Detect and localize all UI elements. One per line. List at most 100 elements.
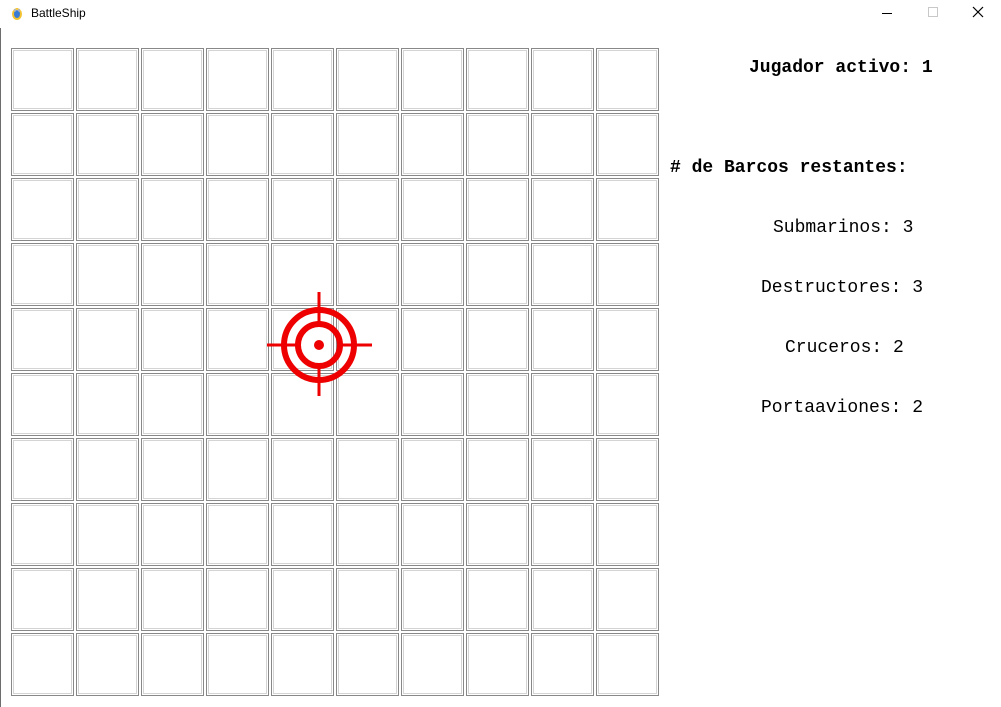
board-cell[interactable]: [11, 308, 74, 371]
board-cell[interactable]: [141, 48, 204, 111]
board-cell[interactable]: [466, 178, 529, 241]
board-cell[interactable]: [76, 503, 139, 566]
board-cell[interactable]: [336, 633, 399, 696]
board-cell[interactable]: [76, 438, 139, 501]
board-cell[interactable]: [336, 438, 399, 501]
maximize-button[interactable]: [910, 0, 956, 28]
board-cell[interactable]: [11, 633, 74, 696]
board-cell[interactable]: [466, 503, 529, 566]
board-cell[interactable]: [401, 243, 464, 306]
board-cell[interactable]: [76, 113, 139, 176]
board-cell[interactable]: [466, 243, 529, 306]
board-cell[interactable]: [596, 243, 659, 306]
board-cell[interactable]: [401, 373, 464, 436]
board-cell[interactable]: [141, 633, 204, 696]
board-cell[interactable]: [336, 373, 399, 436]
board-cell[interactable]: [206, 373, 269, 436]
board-cell[interactable]: [531, 243, 594, 306]
board-cell[interactable]: [401, 178, 464, 241]
board-cell[interactable]: [76, 633, 139, 696]
board-cell[interactable]: [466, 438, 529, 501]
board-cell[interactable]: [401, 113, 464, 176]
board-cell[interactable]: [596, 373, 659, 436]
board-cell[interactable]: [531, 48, 594, 111]
board-cell[interactable]: [206, 113, 269, 176]
board-cell[interactable]: [466, 308, 529, 371]
board-cell[interactable]: [401, 438, 464, 501]
board-cell[interactable]: [466, 48, 529, 111]
board-cell[interactable]: [336, 308, 399, 371]
board-cell[interactable]: [271, 178, 334, 241]
board-cell[interactable]: [11, 503, 74, 566]
board-cell[interactable]: [11, 178, 74, 241]
board-cell[interactable]: [336, 178, 399, 241]
board-cell[interactable]: [401, 568, 464, 631]
board-cell[interactable]: [141, 503, 204, 566]
board-cell[interactable]: [141, 178, 204, 241]
close-button[interactable]: [955, 0, 1001, 28]
board-cell[interactable]: [466, 568, 529, 631]
board-cell[interactable]: [11, 113, 74, 176]
board-cell[interactable]: [141, 373, 204, 436]
board-cell[interactable]: [401, 308, 464, 371]
board-cell[interactable]: [531, 503, 594, 566]
board-cell[interactable]: [141, 113, 204, 176]
board-cell[interactable]: [11, 243, 74, 306]
board-cell[interactable]: [401, 503, 464, 566]
board-cell[interactable]: [596, 308, 659, 371]
board-cell[interactable]: [596, 633, 659, 696]
board-cell[interactable]: [596, 438, 659, 501]
board-cell[interactable]: [76, 178, 139, 241]
board-cell[interactable]: [206, 568, 269, 631]
minimize-button[interactable]: [864, 0, 910, 28]
board-cell[interactable]: [336, 243, 399, 306]
board-cell[interactable]: [596, 178, 659, 241]
board-cell[interactable]: [531, 373, 594, 436]
board-cell[interactable]: [596, 113, 659, 176]
board-cell[interactable]: [141, 568, 204, 631]
board-cell[interactable]: [466, 113, 529, 176]
board-cell[interactable]: [141, 243, 204, 306]
board-cell[interactable]: [271, 243, 334, 306]
board-cell[interactable]: [76, 48, 139, 111]
board-cell[interactable]: [76, 373, 139, 436]
board-cell[interactable]: [271, 503, 334, 566]
board-cell[interactable]: [531, 113, 594, 176]
board-cell[interactable]: [466, 373, 529, 436]
board-cell[interactable]: [596, 568, 659, 631]
board-cell[interactable]: [76, 308, 139, 371]
board-cell[interactable]: [531, 568, 594, 631]
board-cell[interactable]: [206, 503, 269, 566]
board-cell[interactable]: [336, 113, 399, 176]
board-cell[interactable]: [271, 113, 334, 176]
board-cell[interactable]: [11, 373, 74, 436]
board-cell[interactable]: [531, 178, 594, 241]
title-bar[interactable]: BattleShip: [0, 0, 1001, 28]
board-cell[interactable]: [11, 568, 74, 631]
board-cell[interactable]: [271, 568, 334, 631]
board-cell[interactable]: [401, 633, 464, 696]
board-cell[interactable]: [336, 568, 399, 631]
board-cell[interactable]: [206, 48, 269, 111]
board-cell[interactable]: [206, 308, 269, 371]
board-cell[interactable]: [596, 48, 659, 111]
board-cell[interactable]: [206, 178, 269, 241]
board-cell[interactable]: [141, 308, 204, 371]
board-cell[interactable]: [336, 503, 399, 566]
board-cell[interactable]: [271, 308, 334, 371]
board-cell[interactable]: [271, 633, 334, 696]
board-cell[interactable]: [11, 48, 74, 111]
board-cell[interactable]: [206, 243, 269, 306]
board-cell[interactable]: [466, 633, 529, 696]
board-cell[interactable]: [206, 438, 269, 501]
board-cell[interactable]: [206, 633, 269, 696]
board-cell[interactable]: [141, 438, 204, 501]
board-cell[interactable]: [271, 373, 334, 436]
board-cell[interactable]: [76, 568, 139, 631]
board-cell[interactable]: [531, 308, 594, 371]
board-cell[interactable]: [11, 438, 74, 501]
board-cell[interactable]: [271, 438, 334, 501]
board-cell[interactable]: [531, 633, 594, 696]
board-cell[interactable]: [531, 438, 594, 501]
board-cell[interactable]: [336, 48, 399, 111]
